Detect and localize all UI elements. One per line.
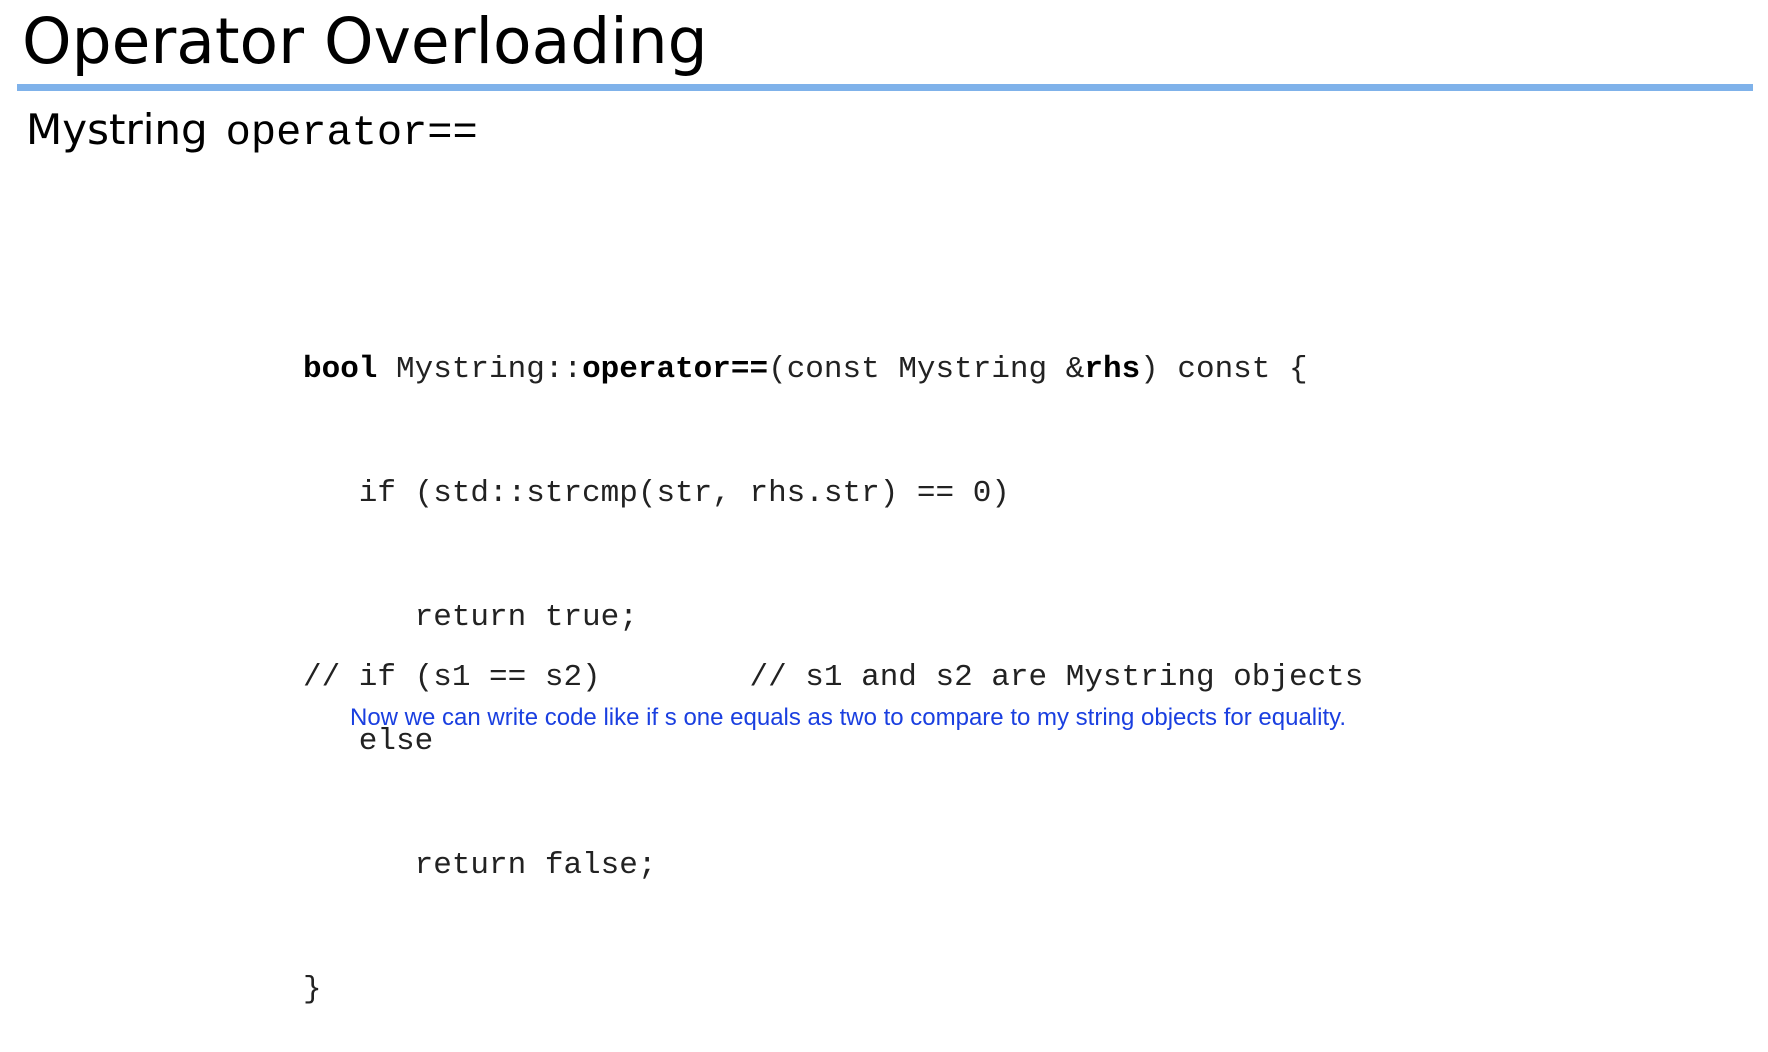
keyword-operator: operator== bbox=[582, 352, 769, 387]
caption-subtitle: Now we can write code like if s one equa… bbox=[350, 704, 1347, 731]
keyword-bool: bool bbox=[303, 352, 378, 387]
code-line-return-true: return true; bbox=[303, 600, 638, 635]
param-rhs: rhs bbox=[1084, 352, 1141, 387]
title-divider bbox=[17, 84, 1753, 91]
usage-comment: // if (s1 == s2) // s1 and s2 are Mystri… bbox=[303, 660, 1364, 695]
code-line-return-false: return false; bbox=[303, 848, 657, 883]
params-close: ) const { bbox=[1140, 352, 1308, 387]
code-line-if: if (std::strcmp(str, rhs.str) == 0) bbox=[303, 476, 1010, 511]
slide-title: Operator Overloading bbox=[22, 5, 708, 78]
subtitle-code: operator== bbox=[225, 109, 478, 157]
class-scope: Mystring:: bbox=[377, 352, 583, 387]
subtitle-text: Mystring bbox=[26, 105, 208, 154]
slide-subtitle: Mystring operator== bbox=[26, 102, 478, 158]
params-open: (const Mystring & bbox=[768, 352, 1085, 387]
code-line-close-brace: } bbox=[303, 972, 322, 1007]
code-line-signature: bool Mystring::operator==(const Mystring… bbox=[303, 343, 1308, 397]
